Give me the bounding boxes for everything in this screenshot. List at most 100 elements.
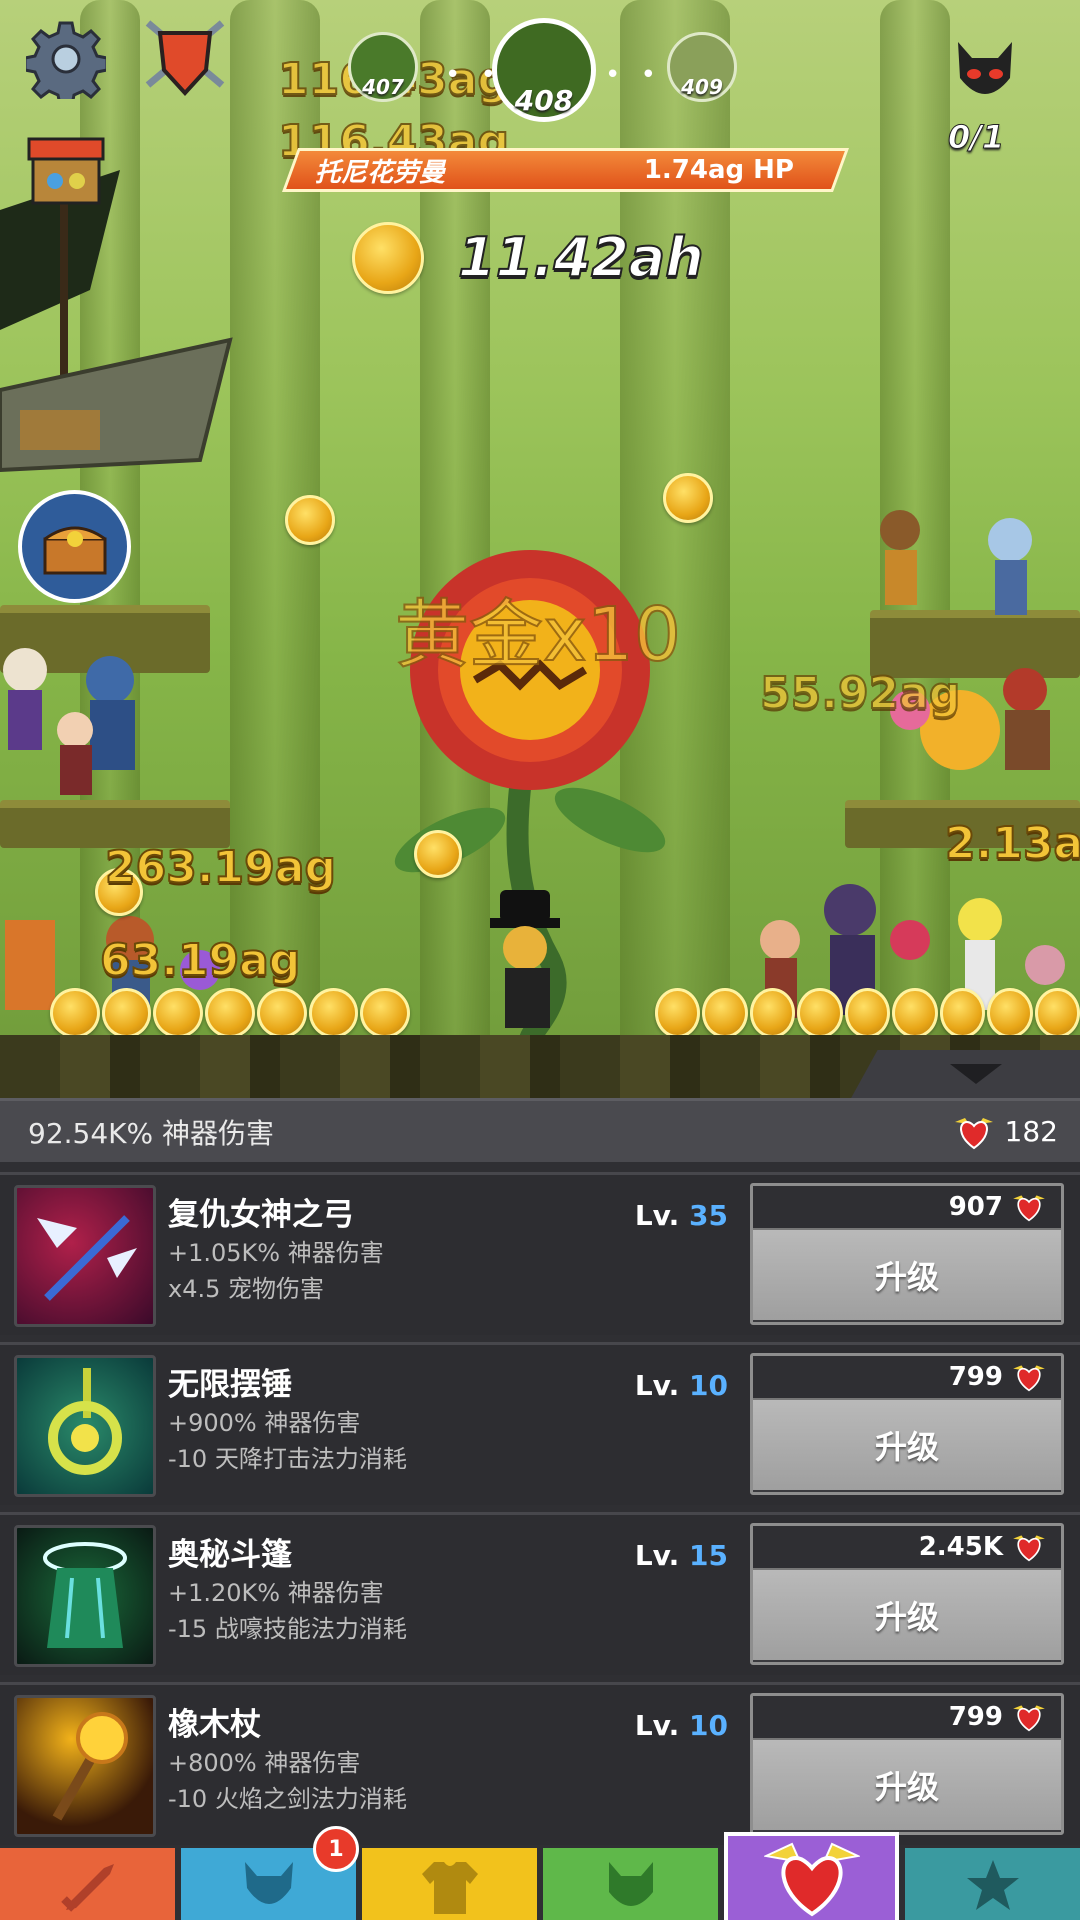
gold-coin-icon	[352, 222, 424, 294]
relic-heart-icon	[1013, 1365, 1045, 1392]
tab-equipment[interactable]	[362, 1848, 537, 1920]
upgrade-box[interactable]: 2.45K 升级	[750, 1523, 1064, 1665]
boss-hp-bar: 托尼花劳曼 1.74ag HP	[281, 148, 850, 192]
level-prefix: Lv.	[634, 1369, 680, 1402]
gold-bonus-text: 黄金x10	[394, 591, 682, 679]
artifact-effect-1: +800% 神器伤害	[168, 1749, 361, 1777]
artifact-effect-1: +1.20K% 神器伤害	[168, 1579, 384, 1607]
tab-pets[interactable]	[543, 1848, 718, 1920]
relic-heart-icon	[1013, 1195, 1045, 1222]
artifact-panel-header: 92.54K% 神器伤害 182	[0, 1098, 1080, 1162]
cost-value: 799	[948, 1702, 1003, 1732]
artifact-level: Lv. 10	[635, 1709, 728, 1742]
damage-number: 63.19ag	[99, 934, 301, 987]
panel-collapse-tab[interactable]	[850, 1050, 1080, 1100]
pet-icon	[609, 1862, 653, 1906]
pirate-ship	[0, 170, 233, 473]
upgrade-cost: 799	[753, 1356, 1061, 1400]
treasure-chest-icon[interactable]	[18, 490, 131, 603]
level-number: 10	[689, 1369, 728, 1402]
hero-group-right	[880, 510, 1050, 770]
artifact-effect-1: +900% 神器伤害	[168, 1409, 361, 1437]
artifact-row: 奥秘斗篷 +1.20K% 神器伤害 -15 战嚎技能法力消耗 Lv. 15 2.…	[0, 1512, 1080, 1675]
boss-hp-value: 1.74ag HP	[643, 155, 794, 185]
tab-sword[interactable]	[0, 1848, 175, 1920]
gold-amount: 11.42ah	[457, 225, 705, 290]
artifact-name: 奥秘斗篷	[168, 1537, 292, 1573]
settings-gear-icon[interactable]	[25, 18, 107, 100]
artifact-row: 橡木杖 +800% 神器伤害 -10 火焰之剑法力消耗 Lv. 10 799 升…	[0, 1682, 1080, 1845]
stage-407: 407	[348, 32, 418, 102]
gold-coin[interactable]	[285, 495, 335, 545]
upgrade-button[interactable]: 升级	[753, 1570, 1061, 1660]
total-artifact-damage: 92.54K% 神器伤害	[28, 1116, 275, 1150]
tab-heroes[interactable]: 1	[181, 1826, 359, 1920]
stage-number: 407	[362, 75, 404, 99]
artifact-name: 无限摆锤	[168, 1367, 292, 1403]
enemy-counter: 0/1	[947, 118, 1005, 157]
damage-number: 2.13a	[944, 817, 1080, 870]
tab-artifacts-active[interactable]	[724, 1832, 899, 1920]
staff-artifact-icon	[14, 1695, 156, 1837]
player-hero	[490, 890, 560, 1028]
relic-balance: 182	[953, 1114, 1058, 1150]
shop-stall-icon[interactable]	[25, 135, 107, 207]
shirt-icon	[422, 1862, 478, 1914]
clan-shield-icon[interactable]	[140, 15, 230, 100]
artifact-row: 复仇女神之弓 +1.05K% 神器伤害 x4.5 宠物伤害 Lv. 35 907…	[0, 1172, 1080, 1335]
artifact-name: 橡木杖	[168, 1707, 261, 1743]
level-prefix: Lv.	[634, 1539, 680, 1572]
damage-number: 263.19ag	[104, 841, 337, 894]
collapse-arrow-icon[interactable]	[950, 1064, 1002, 1084]
artifact-effect-2: x4.5 宠物伤害	[168, 1275, 324, 1303]
level-prefix: Lv.	[634, 1709, 680, 1742]
artifact-row: 无限摆锤 +900% 神器伤害 -10 天降打击法力消耗 Lv. 10 799 …	[0, 1342, 1080, 1505]
artifact-effect-2: -15 战嚎技能法力消耗	[168, 1615, 407, 1643]
gold-coin[interactable]	[663, 473, 713, 523]
boss-demon-icon[interactable]	[952, 38, 1018, 104]
level-number: 10	[689, 1709, 728, 1742]
level-prefix: Lv.	[634, 1199, 680, 1232]
upgrade-box[interactable]: 907 升级	[750, 1183, 1064, 1325]
artifact-effect-2: -10 火焰之剑法力消耗	[168, 1785, 407, 1813]
upgrade-cost: 799	[753, 1696, 1061, 1740]
artifact-heart-icon	[764, 1842, 860, 1917]
stage-number: 408	[514, 84, 574, 117]
relic-heart-icon	[954, 1117, 993, 1149]
level-number: 15	[689, 1539, 728, 1572]
star-icon	[967, 1860, 1019, 1910]
coin-pile-left[interactable]	[50, 988, 411, 1038]
coin-pile-right[interactable]	[655, 988, 1080, 1038]
upgrade-cost: 907	[753, 1186, 1061, 1230]
boss-name: 托尼花劳曼	[315, 157, 446, 188]
notification-badge: 1	[313, 1826, 359, 1872]
artifact-name: 复仇女神之弓	[168, 1197, 354, 1233]
stage-number: 409	[681, 75, 723, 99]
upgrade-button[interactable]: 升级	[753, 1230, 1061, 1320]
gold-coin[interactable]	[414, 830, 462, 878]
sword-icon	[61, 1864, 114, 1912]
damage-number: 55.92ag	[759, 667, 961, 720]
cloak-artifact-icon	[14, 1525, 156, 1667]
upgrade-button[interactable]: 升级	[753, 1740, 1061, 1830]
relic-heart-icon	[1013, 1705, 1045, 1732]
upgrade-box[interactable]: 799 升级	[750, 1693, 1064, 1835]
cost-value: 799	[948, 1362, 1003, 1392]
tab-shop[interactable]	[905, 1848, 1080, 1920]
level-number: 35	[689, 1199, 728, 1232]
battle-scene[interactable]: 116.43ag 116.43ag 407 • • 408 • • • 409 …	[0, 0, 1080, 1100]
left-lower-ledge	[0, 800, 230, 848]
upgrade-button[interactable]: 升级	[753, 1400, 1061, 1490]
cost-value: 907	[948, 1192, 1003, 1222]
cost-value: 2.45K	[918, 1532, 1003, 1562]
artifact-effect-2: -10 天降打击法力消耗	[168, 1445, 407, 1473]
artifact-level: Lv. 35	[635, 1199, 728, 1232]
stage-409: 409	[667, 32, 737, 102]
hero-group-left	[3, 648, 135, 795]
upgrade-box[interactable]: 799 升级	[750, 1353, 1064, 1495]
relic-heart-icon	[1013, 1535, 1045, 1562]
hero-helmet-icon	[245, 1862, 293, 1904]
artifact-level: Lv. 15	[635, 1539, 728, 1572]
upgrade-cost: 2.45K	[753, 1526, 1061, 1570]
bow-artifact-icon	[14, 1185, 156, 1327]
